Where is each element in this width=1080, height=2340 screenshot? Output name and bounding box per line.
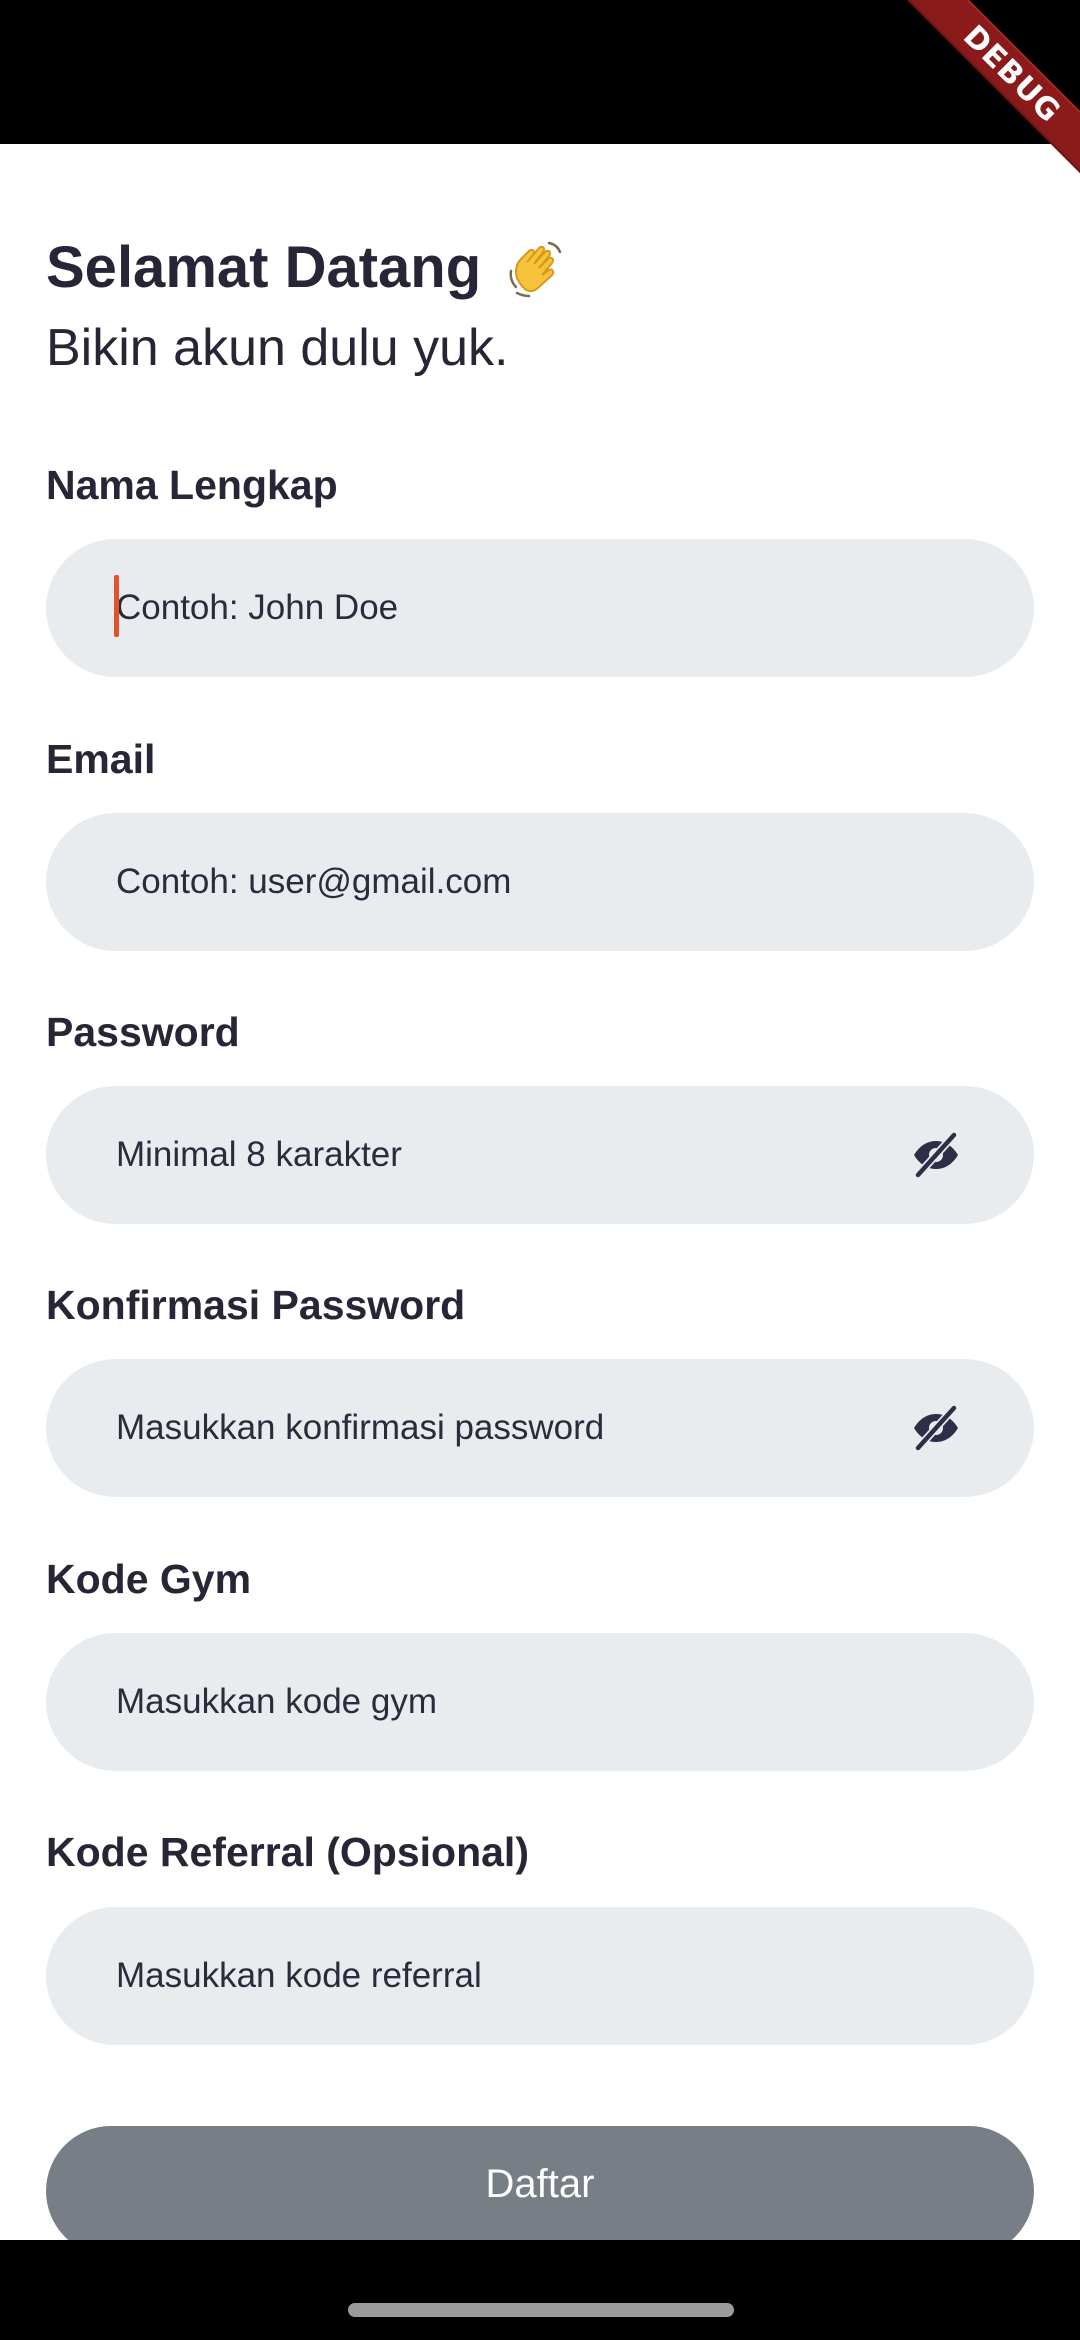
register-page: Selamat Datang Bikin akun dulu yuk. Nama… [0,144,1080,2240]
confirm-password-label: Konfirmasi Password [46,1282,466,1328]
register-button[interactable]: Daftar [46,2126,1034,2240]
password-label: Password [46,1009,240,1055]
screen: DEBUG Selamat Datang Bikin akun dulu yuk… [0,0,1080,2340]
gym-code-label: Kode Gym [46,1556,252,1602]
navigation-bar [0,2240,1080,2340]
home-indicator[interactable] [348,2303,734,2317]
confirm-password-input[interactable]: Masukkan konfirmasi password [46,1359,1034,1497]
password-placeholder: Minimal 8 karakter [116,1135,402,1174]
page-subtitle: Bikin akun dulu yuk. [46,319,509,377]
text-cursor [114,575,119,637]
referral-code-input[interactable]: Masukkan kode referral [46,1907,1034,2045]
full-name-input[interactable]: Contoh: John Doe [46,539,1034,677]
referral-code-placeholder: Masukkan kode referral [116,1956,482,1995]
eye-off-icon[interactable] [908,1400,964,1456]
waving-hand-icon [505,237,567,299]
confirm-password-placeholder: Masukkan konfirmasi password [116,1408,605,1447]
title-row: Selamat Datang [46,234,567,301]
gym-code-placeholder: Masukkan kode gym [116,1682,437,1721]
email-placeholder: Contoh: user@gmail.com [116,862,512,901]
referral-code-label: Kode Referral (Opsional) [46,1829,529,1875]
password-input[interactable]: Minimal 8 karakter [46,1086,1034,1224]
status-bar [0,0,1080,144]
page-title: Selamat Datang [46,235,482,300]
email-label: Email [46,736,156,782]
full-name-label: Nama Lengkap [46,462,338,508]
gym-code-input[interactable]: Masukkan kode gym [46,1633,1034,1771]
full-name-placeholder: Contoh: John Doe [116,588,399,627]
eye-off-icon[interactable] [908,1127,964,1183]
email-input[interactable]: Contoh: user@gmail.com [46,813,1034,951]
